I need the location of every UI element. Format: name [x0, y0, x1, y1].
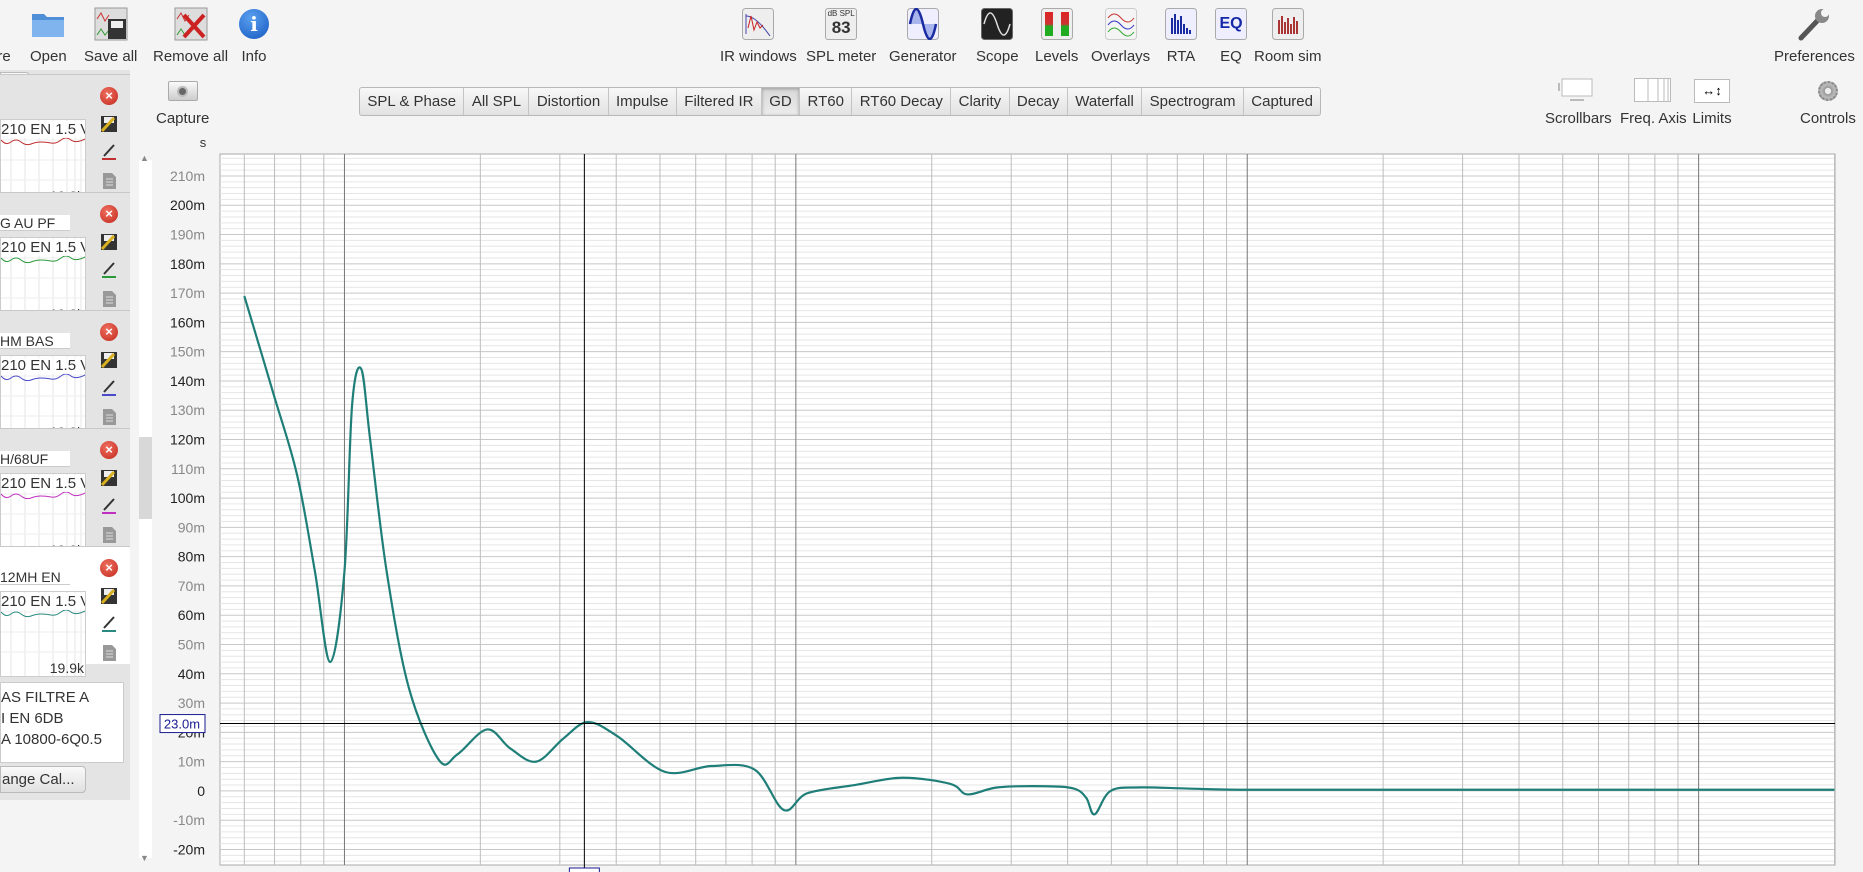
y-tick-label: -10m [173, 812, 205, 828]
y-tick-label: 200m [170, 197, 205, 213]
y-axis-unit: s [200, 135, 207, 150]
y-tick-label: 210m [170, 168, 205, 184]
y-tick-label: 0 [197, 783, 205, 799]
y-tick-label: 70m [178, 578, 205, 594]
y-tick-label: 140m [170, 373, 205, 389]
y-tick-label: 120m [170, 432, 205, 448]
y-tick-label: 160m [170, 314, 205, 330]
y-tick-label: 170m [170, 285, 205, 301]
y-tick-label: 130m [170, 402, 205, 418]
y-tick-label: 190m [170, 227, 205, 243]
y-tick-label: 150m [170, 344, 205, 360]
y-tick-label: 100m [170, 490, 205, 506]
y-tick-label: 40m [178, 666, 205, 682]
cursor-value-label: 23.0m [164, 717, 200, 732]
cursor-frequency-box [568, 867, 600, 872]
y-tick-label: 80m [178, 549, 205, 565]
y-tick-label: 60m [178, 607, 205, 623]
y-tick-label: 50m [178, 636, 205, 652]
group-delay-chart[interactable]: 210m 200m 190m 180m 170m 160m 150m 140m 130m 120m… [0, 0, 1863, 872]
y-tick-label: -20m [173, 841, 205, 857]
y-tick-label: 10m [178, 754, 205, 770]
y-tick-label: 90m [178, 519, 205, 535]
y-tick-label: 110m [171, 461, 205, 477]
y-tick-label: 180m [170, 256, 205, 272]
y-tick-label: 30m [178, 695, 205, 711]
